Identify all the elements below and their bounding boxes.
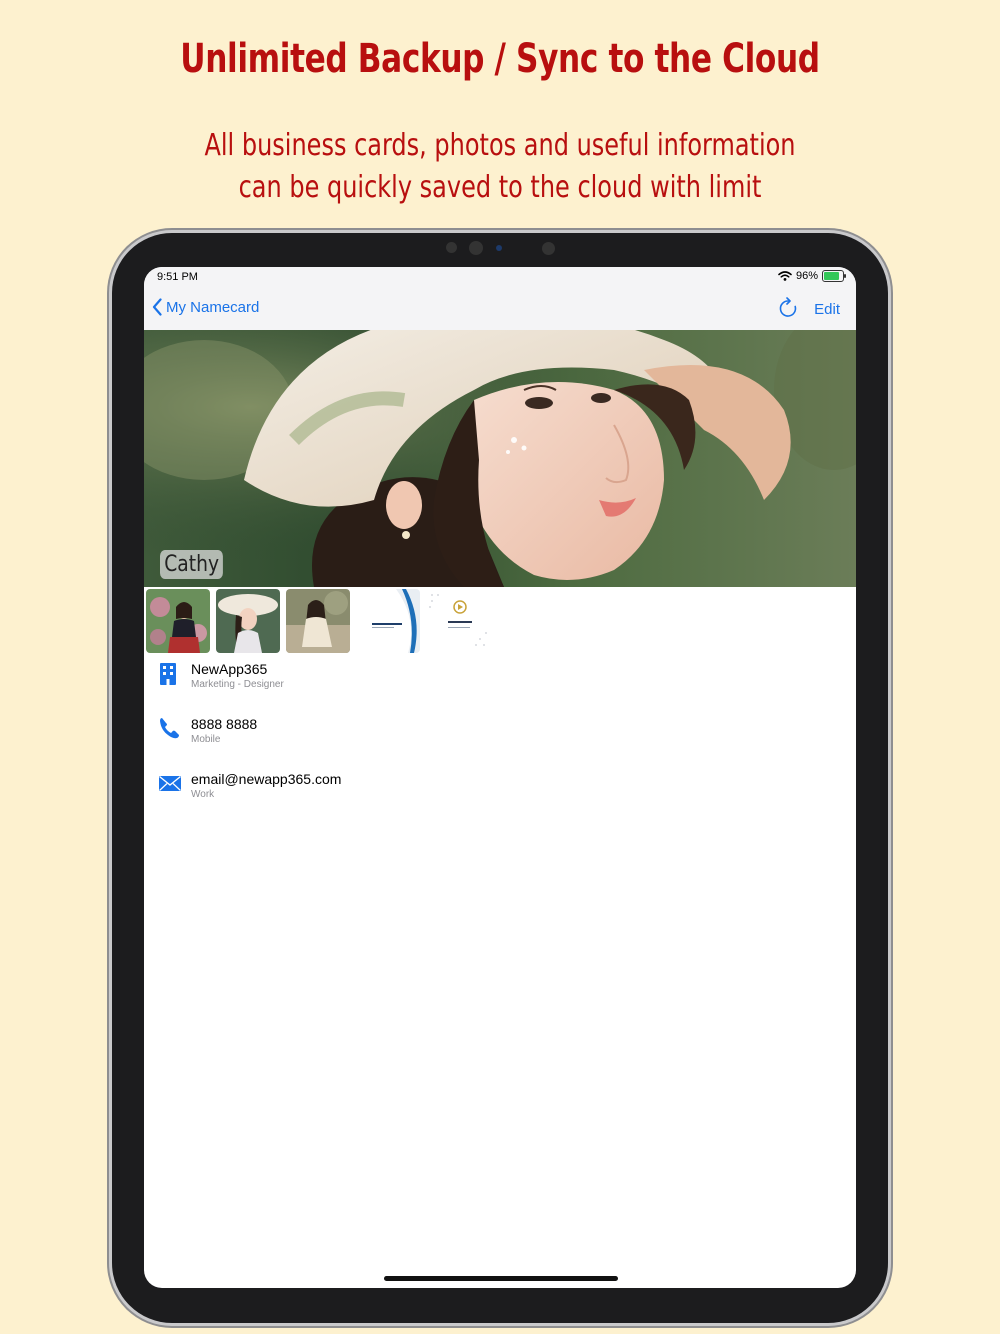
edit-button[interactable]: Edit — [814, 301, 840, 318]
email-row[interactable]: email@newapp365.com Work — [144, 769, 856, 819]
phone-row[interactable]: 8888 8888 Mobile — [144, 714, 856, 764]
company-title: Marketing - Designer — [191, 679, 284, 690]
camera-sensor-icon — [446, 242, 457, 253]
photo-thumbnail-2[interactable] — [216, 589, 280, 653]
camera-dot-icon — [496, 245, 502, 251]
email-address: email@newapp365.com — [191, 771, 342, 787]
business-card-thumbnail-2[interactable] — [426, 589, 490, 653]
back-button[interactable]: My Namecard — [152, 298, 259, 316]
app-screen: 9:51 PM 96% My Namecard Edit Cathy NewAp… — [144, 267, 856, 1288]
wifi-icon — [778, 271, 792, 281]
phone-number: 8888 8888 — [191, 716, 258, 732]
headline: Unlimited Backup / Sync to the Cloud — [180, 36, 820, 82]
company-row[interactable]: NewApp365 Marketing - Designer — [144, 659, 856, 709]
status-bar: 9:51 PM 96% — [144, 267, 856, 289]
photo-thumbnail-3[interactable] — [286, 589, 350, 653]
battery-percent: 96% — [795, 270, 818, 282]
status-time: 9:51 PM — [157, 271, 198, 283]
profile-name: Cathy — [160, 550, 224, 579]
profile-cover-photo: Cathy — [144, 330, 856, 587]
subline-1: All business cards, photos and useful in… — [204, 128, 796, 163]
subline-2: can be quickly saved to the cloud with l… — [238, 170, 762, 205]
phone-icon — [160, 718, 179, 739]
portrait-photo — [144, 330, 856, 587]
photo-thumbnail-1[interactable] — [146, 589, 210, 653]
back-button-label: My Namecard — [166, 298, 260, 316]
sync-button[interactable] — [778, 297, 798, 324]
battery-icon — [822, 270, 846, 282]
refresh-icon — [779, 297, 797, 317]
status-right: 96% — [778, 270, 846, 282]
navigation-bar: My Namecard Edit — [144, 289, 856, 331]
email-type: Work — [191, 789, 215, 800]
chevron-left-icon — [152, 298, 162, 316]
ambient-sensor-icon — [542, 242, 555, 255]
mail-icon — [159, 775, 181, 791]
camera-lens-icon — [469, 241, 483, 255]
media-thumbnail-strip — [146, 589, 490, 653]
building-icon — [160, 663, 176, 685]
home-indicator[interactable] — [384, 1276, 618, 1281]
company-name: NewApp365 — [191, 661, 268, 677]
phone-type: Mobile — [191, 734, 221, 745]
business-card-thumbnail-1[interactable] — [356, 589, 420, 653]
